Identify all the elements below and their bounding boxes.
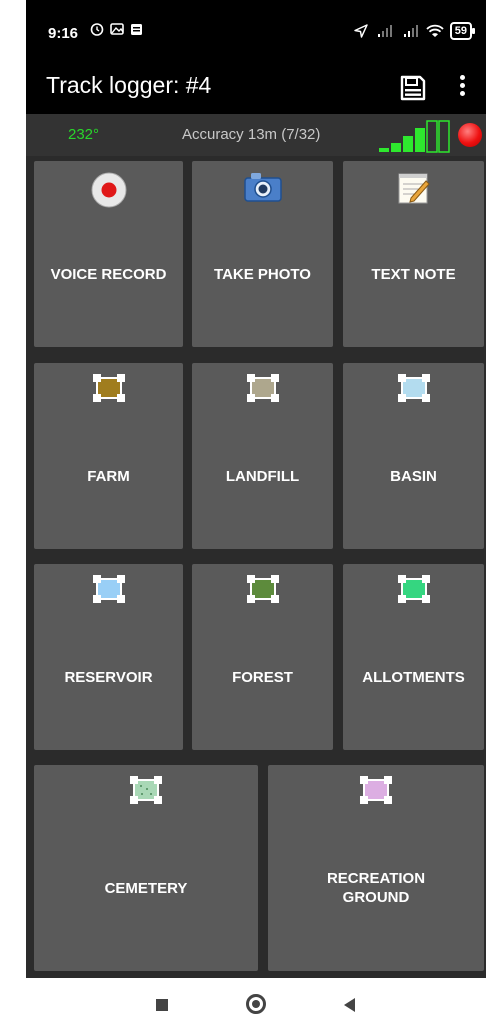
status-time: 9:16 — [48, 25, 79, 42]
tile-label: FOREST — [232, 669, 293, 686]
voice-record-button[interactable]: VOICE RECORD — [34, 161, 183, 347]
basin-button[interactable]: BASIN — [343, 363, 484, 549]
notepad-icon — [398, 173, 430, 204]
wifi-icon — [426, 24, 444, 37]
home-icon[interactable] — [246, 994, 266, 1014]
cemetery-button[interactable]: CEMETERY — [34, 765, 258, 971]
more-options-icon[interactable] — [456, 72, 468, 102]
signal-icon — [403, 25, 418, 37]
area-icon — [247, 374, 279, 402]
alarm-icon — [90, 23, 104, 36]
app-toolbar: Track logger: #4 — [26, 62, 486, 114]
accuracy-readout: Accuracy 13m (7/32) — [182, 126, 321, 143]
status-left-icons — [90, 22, 143, 36]
tile-label: RECREATION GROUND — [326, 870, 426, 906]
tile-label: ALLOTMENTS — [362, 669, 465, 686]
signal-icon — [377, 25, 392, 37]
recording-status-icon — [458, 123, 482, 147]
message-icon — [131, 23, 142, 35]
gps-signal-strength-icon — [379, 120, 450, 153]
heading-readout: 232° — [68, 126, 100, 143]
back-icon[interactable] — [344, 998, 355, 1012]
reservoir-button[interactable]: RESERVOIR — [34, 564, 183, 750]
area-icon — [93, 575, 125, 603]
recents-icon[interactable] — [156, 999, 168, 1011]
tile-label: VOICE RECORD — [50, 266, 167, 283]
phone-screen: 9:16 59 Track logger: #4 232° Accuracy 1… — [26, 0, 486, 1030]
page-title: Track logger: #4 — [46, 72, 212, 98]
area-icon — [360, 776, 392, 804]
area-icon — [398, 575, 430, 603]
camera-icon — [244, 173, 282, 202]
forest-button[interactable]: FOREST — [192, 564, 333, 750]
tile-label: TEXT NOTE — [371, 266, 456, 283]
save-icon[interactable] — [400, 75, 426, 101]
tile-label: LANDFILL — [225, 468, 300, 485]
battery-icon: 59 — [449, 22, 476, 40]
tile-label: TAKE PHOTO — [214, 266, 311, 283]
photo-notification-icon — [110, 23, 124, 35]
status-bar: 9:16 59 — [26, 0, 486, 62]
system-nav-bar — [26, 978, 486, 1030]
status-right-icons: 59 — [354, 22, 476, 40]
allotments-button[interactable]: ALLOTMENTS — [343, 564, 484, 750]
landfill-button[interactable]: LANDFILL — [192, 363, 333, 549]
area-icon — [130, 776, 162, 804]
text-note-button[interactable]: TEXT NOTE — [343, 161, 484, 347]
record-icon — [91, 172, 127, 208]
recreation-ground-button[interactable]: RECREATION GROUND — [268, 765, 484, 971]
area-icon — [398, 374, 430, 402]
tile-label: FARM — [87, 468, 130, 485]
farm-button[interactable]: FARM — [34, 363, 183, 549]
area-icon — [247, 575, 279, 603]
tile-label: BASIN — [390, 468, 437, 485]
area-icon — [93, 374, 125, 402]
location-icon — [354, 24, 368, 38]
take-photo-button[interactable]: TAKE PHOTO — [192, 161, 333, 347]
tile-label: RESERVOIR — [64, 669, 153, 686]
tile-label: CEMETERY — [104, 880, 188, 897]
